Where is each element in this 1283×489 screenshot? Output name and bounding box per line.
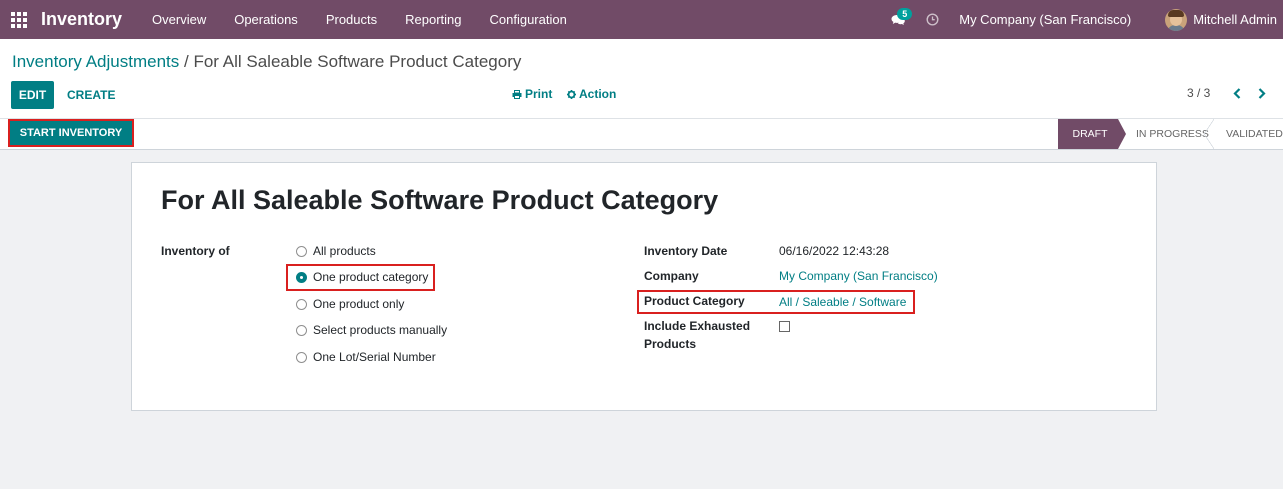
- chat-badge: 5: [897, 8, 913, 20]
- print-icon: [512, 89, 522, 99]
- stage-pipeline: DRAFT IN PROGRESS VALIDATED: [1058, 119, 1283, 149]
- radio-button[interactable]: [296, 324, 307, 336]
- pager-value[interactable]: 3 / 3: [1187, 86, 1210, 100]
- chevron-right-icon: [1258, 87, 1266, 99]
- top-navbar: Inventory Overview Operations Products R…: [0, 0, 1283, 39]
- menu-overview[interactable]: Overview: [138, 0, 220, 39]
- record-title: For All Saleable Software Product Catego…: [161, 185, 719, 215]
- activities-button[interactable]: [919, 0, 945, 39]
- chevron-left-icon: [1233, 87, 1241, 99]
- messaging-button[interactable]: 5: [883, 0, 913, 39]
- menu-configuration[interactable]: Configuration: [476, 0, 581, 39]
- radio-button[interactable]: [296, 298, 307, 310]
- action-label: Action: [579, 87, 617, 101]
- menu-reporting[interactable]: Reporting: [391, 0, 475, 39]
- radio-label: One product only: [313, 297, 405, 311]
- include-exhausted-label-line2: Products: [644, 337, 697, 351]
- menu-operations[interactable]: Operations: [220, 0, 312, 39]
- avatar[interactable]: [1165, 8, 1188, 31]
- radio-label: One Lot/Serial Number: [313, 350, 436, 364]
- radio-option-lot-serial[interactable]: One Lot/Serial Number: [296, 349, 436, 365]
- breadcrumb-current: For All Saleable Software Product Catego…: [193, 52, 522, 71]
- product-category-label: Product Category: [644, 294, 745, 308]
- company-switcher[interactable]: My Company (San Francisco): [959, 12, 1131, 27]
- radio-label: All products: [313, 244, 376, 258]
- radio-button[interactable]: [296, 245, 307, 257]
- control-panel: Inventory Adjustments / For All Saleable…: [0, 39, 1283, 119]
- radio-option-all-products[interactable]: All products: [296, 243, 376, 259]
- inventory-date-label: Inventory Date: [644, 244, 728, 258]
- pager-previous-button[interactable]: [1230, 84, 1244, 102]
- apps-grid-icon: [11, 11, 27, 28]
- highlight-box-category-option: [286, 264, 435, 291]
- product-category-link[interactable]: All / Saleable / Software: [779, 295, 906, 309]
- print-button[interactable]: Print: [512, 87, 552, 101]
- stage-draft: DRAFT: [1058, 119, 1126, 149]
- edit-button[interactable]: EDIT: [11, 81, 54, 109]
- create-button[interactable]: CREATE: [60, 81, 122, 109]
- form-sheet: For All Saleable Software Product Catego…: [131, 162, 1157, 411]
- breadcrumb: Inventory Adjustments / For All Saleable…: [12, 52, 521, 72]
- radio-option-one-product-only[interactable]: One product only: [296, 296, 404, 312]
- company-link[interactable]: My Company (San Francisco): [779, 269, 938, 283]
- radio-option-select-manually[interactable]: Select products manually: [296, 322, 447, 338]
- action-button[interactable]: Action: [567, 87, 616, 101]
- form-statusbar: START INVENTORY DRAFT IN PROGRESS VALIDA…: [0, 119, 1283, 150]
- user-menu[interactable]: Mitchell Admin: [1193, 12, 1277, 27]
- gear-icon: [567, 89, 576, 99]
- breadcrumb-parent[interactable]: Inventory Adjustments: [12, 52, 179, 71]
- menu-products[interactable]: Products: [312, 0, 391, 39]
- clock-icon: [926, 13, 939, 26]
- start-inventory-button[interactable]: START INVENTORY: [8, 119, 134, 147]
- company-label: Company: [644, 269, 699, 283]
- inventory-of-label: Inventory of: [161, 244, 230, 258]
- breadcrumb-separator: /: [184, 52, 189, 71]
- include-exhausted-checkbox[interactable]: [779, 321, 790, 332]
- app-name[interactable]: Inventory: [41, 9, 122, 30]
- print-label: Print: [525, 87, 553, 101]
- include-exhausted-label: Include Exhausted: [644, 319, 751, 333]
- inventory-date-value: 06/16/2022 12:43:28: [779, 244, 890, 258]
- stage-validated: VALIDATED: [1226, 128, 1283, 140]
- apps-menu-button[interactable]: [0, 0, 38, 39]
- stage-in-progress: IN PROGRESS: [1118, 119, 1214, 149]
- radio-button[interactable]: [296, 351, 307, 363]
- pager-next-button[interactable]: [1255, 84, 1269, 102]
- radio-label: Select products manually: [313, 323, 448, 337]
